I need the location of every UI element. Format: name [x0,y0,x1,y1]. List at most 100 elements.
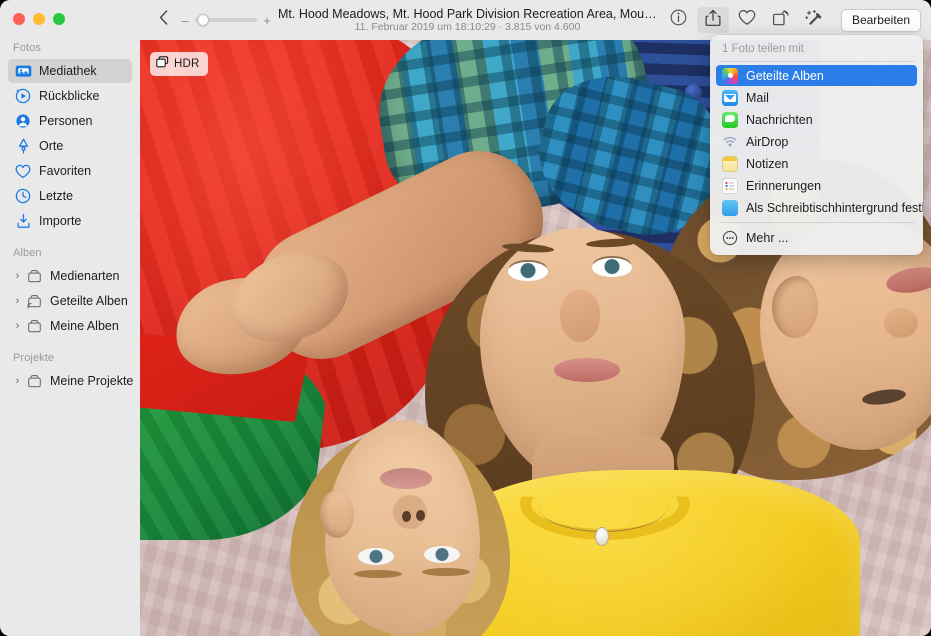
child-eyebrow [422,568,470,576]
heart-icon [738,9,756,31]
close-button[interactable] [13,13,25,25]
airdrop-icon [722,134,738,150]
window-controls [13,13,65,25]
rotate-icon [772,9,790,32]
sidebar-item-orte[interactable]: Orte [8,134,132,158]
sidebar-section-projekte: Projekte [0,348,140,368]
sidebar-section-alben: Alben [0,243,140,263]
memories-icon [13,88,33,105]
heart-icon [13,163,33,180]
sidebar-item-label: Meine Projekte [50,374,133,388]
share-item-label: Mehr ... [746,231,788,245]
zoom-window-button[interactable] [53,13,65,25]
hdr-stack-icon [156,55,169,73]
more-circle-icon [722,230,738,246]
sidebar-item-meine-projekte[interactable]: › Meine Projekte [8,369,132,393]
sidebar: Fotos Mediathek [0,0,140,636]
people-icon [13,113,33,130]
necklace-pendant [595,527,609,546]
photos-app-icon [722,68,738,84]
back-button[interactable] [152,7,174,33]
sidebar-item-label: Medienarten [50,269,120,283]
sidebar-item-label: Geteilte Alben [50,294,128,308]
rotate-button[interactable] [765,7,797,33]
share-item-label: Als Schreibtischhintergrund festlegen [746,201,923,215]
sidebar-item-label: Importe [39,214,81,228]
share-item-label: Geteilte Alben [746,69,824,83]
sidebar-item-favoriten[interactable]: Favoriten [8,159,132,183]
share-item-mehr[interactable]: Mehr ... [716,227,917,248]
share-item-label: AirDrop [746,135,788,149]
share-icon [705,9,721,32]
center-woman-eye [592,258,632,277]
chevron-right-icon[interactable]: › [12,296,23,307]
sidebar-item-mediathek[interactable]: Mediathek [8,59,132,83]
chevron-right-icon[interactable]: › [12,271,23,282]
clock-icon [13,188,33,205]
divider [719,61,914,62]
import-icon [13,213,33,230]
sidebar-item-label: Mediathek [39,64,97,78]
page-title: Mt. Hood Meadows, Mt. Hood Park Division… [278,7,657,21]
center-woman-nose [560,290,600,342]
sidebar-item-personen[interactable]: Personen [8,109,132,133]
library-icon [13,63,33,80]
sidebar-item-label: Letzte [39,189,73,203]
edit-button[interactable]: Bearbeiten [841,9,921,32]
sidebar-item-importe[interactable]: Importe [8,209,132,233]
share-item-erinnerungen[interactable]: Erinnerungen [716,175,917,196]
zoom-slider[interactable] [195,13,257,27]
album-icon [24,318,44,335]
desktop-icon [722,200,738,216]
sidebar-item-rueckblicke[interactable]: Rückblicke [8,84,132,108]
info-icon [670,9,687,31]
share-item-nachrichten[interactable]: Nachrichten [716,109,917,130]
sidebar-item-label: Orte [39,139,63,153]
share-popover: 1 Foto teilen mit Geteilte Alben Mail Na… [710,35,923,255]
sidebar-item-geteilte-alben[interactable]: › Geteilte Alben [8,289,132,313]
necklace-chain [538,480,668,532]
divider [719,222,914,223]
sidebar-item-letzte[interactable]: Letzte [8,184,132,208]
sidebar-section-fotos: Fotos [0,38,140,58]
child-eyebrow [354,570,402,578]
zoom-in-label[interactable]: + [262,13,272,28]
info-button[interactable] [663,7,695,33]
zoom-slider-thumb[interactable] [197,14,209,26]
toolbar: – + Mt. Hood Meadows, Mt. Hood Park Divi… [140,0,931,40]
center-woman-eye [508,262,548,281]
places-icon [13,138,33,155]
toolbar-actions: Bearbeiten [663,7,921,33]
share-item-notizen[interactable]: Notizen [716,153,917,174]
album-icon [24,268,44,285]
sidebar-item-meine-alben[interactable]: › Meine Alben [8,314,132,338]
child-nostril [416,510,425,521]
zoom-control[interactable]: – + [180,13,272,28]
favorite-button[interactable] [731,7,763,33]
enhance-button[interactable] [799,7,831,33]
share-button[interactable] [697,7,729,33]
child-nostril [402,511,411,522]
right-person-nose [884,308,918,338]
chevron-right-icon[interactable]: › [12,376,23,387]
magic-wand-icon [805,9,824,32]
page-subtitle: 11. Februar 2019 um 18:10:29 · 3.815 von… [278,22,657,34]
reminders-app-icon [722,178,738,194]
share-item-airdrop[interactable]: AirDrop [716,131,917,152]
chevron-right-icon[interactable]: › [12,321,23,332]
chevron-left-icon [159,10,168,30]
minimize-button[interactable] [33,13,45,25]
sidebar-item-medienarten[interactable]: › Medienarten [8,264,132,288]
share-popover-title: 1 Foto teilen mit [710,40,923,61]
shared-album-icon [24,293,44,310]
center-woman-lips [554,358,620,382]
sidebar-list: Fotos Mediathek [0,38,140,636]
sidebar-item-label: Personen [39,114,93,128]
share-item-geteilte-alben[interactable]: Geteilte Alben [716,65,917,86]
sidebar-item-label: Favoriten [39,164,91,178]
share-item-schreibtischhintergrund[interactable]: Als Schreibtischhintergrund festlegen [716,197,917,218]
share-item-mail[interactable]: Mail [716,87,917,108]
title-block: Mt. Hood Meadows, Mt. Hood Park Division… [272,7,663,34]
sidebar-item-label: Rückblicke [39,89,99,103]
zoom-out-label[interactable]: – [180,13,190,28]
